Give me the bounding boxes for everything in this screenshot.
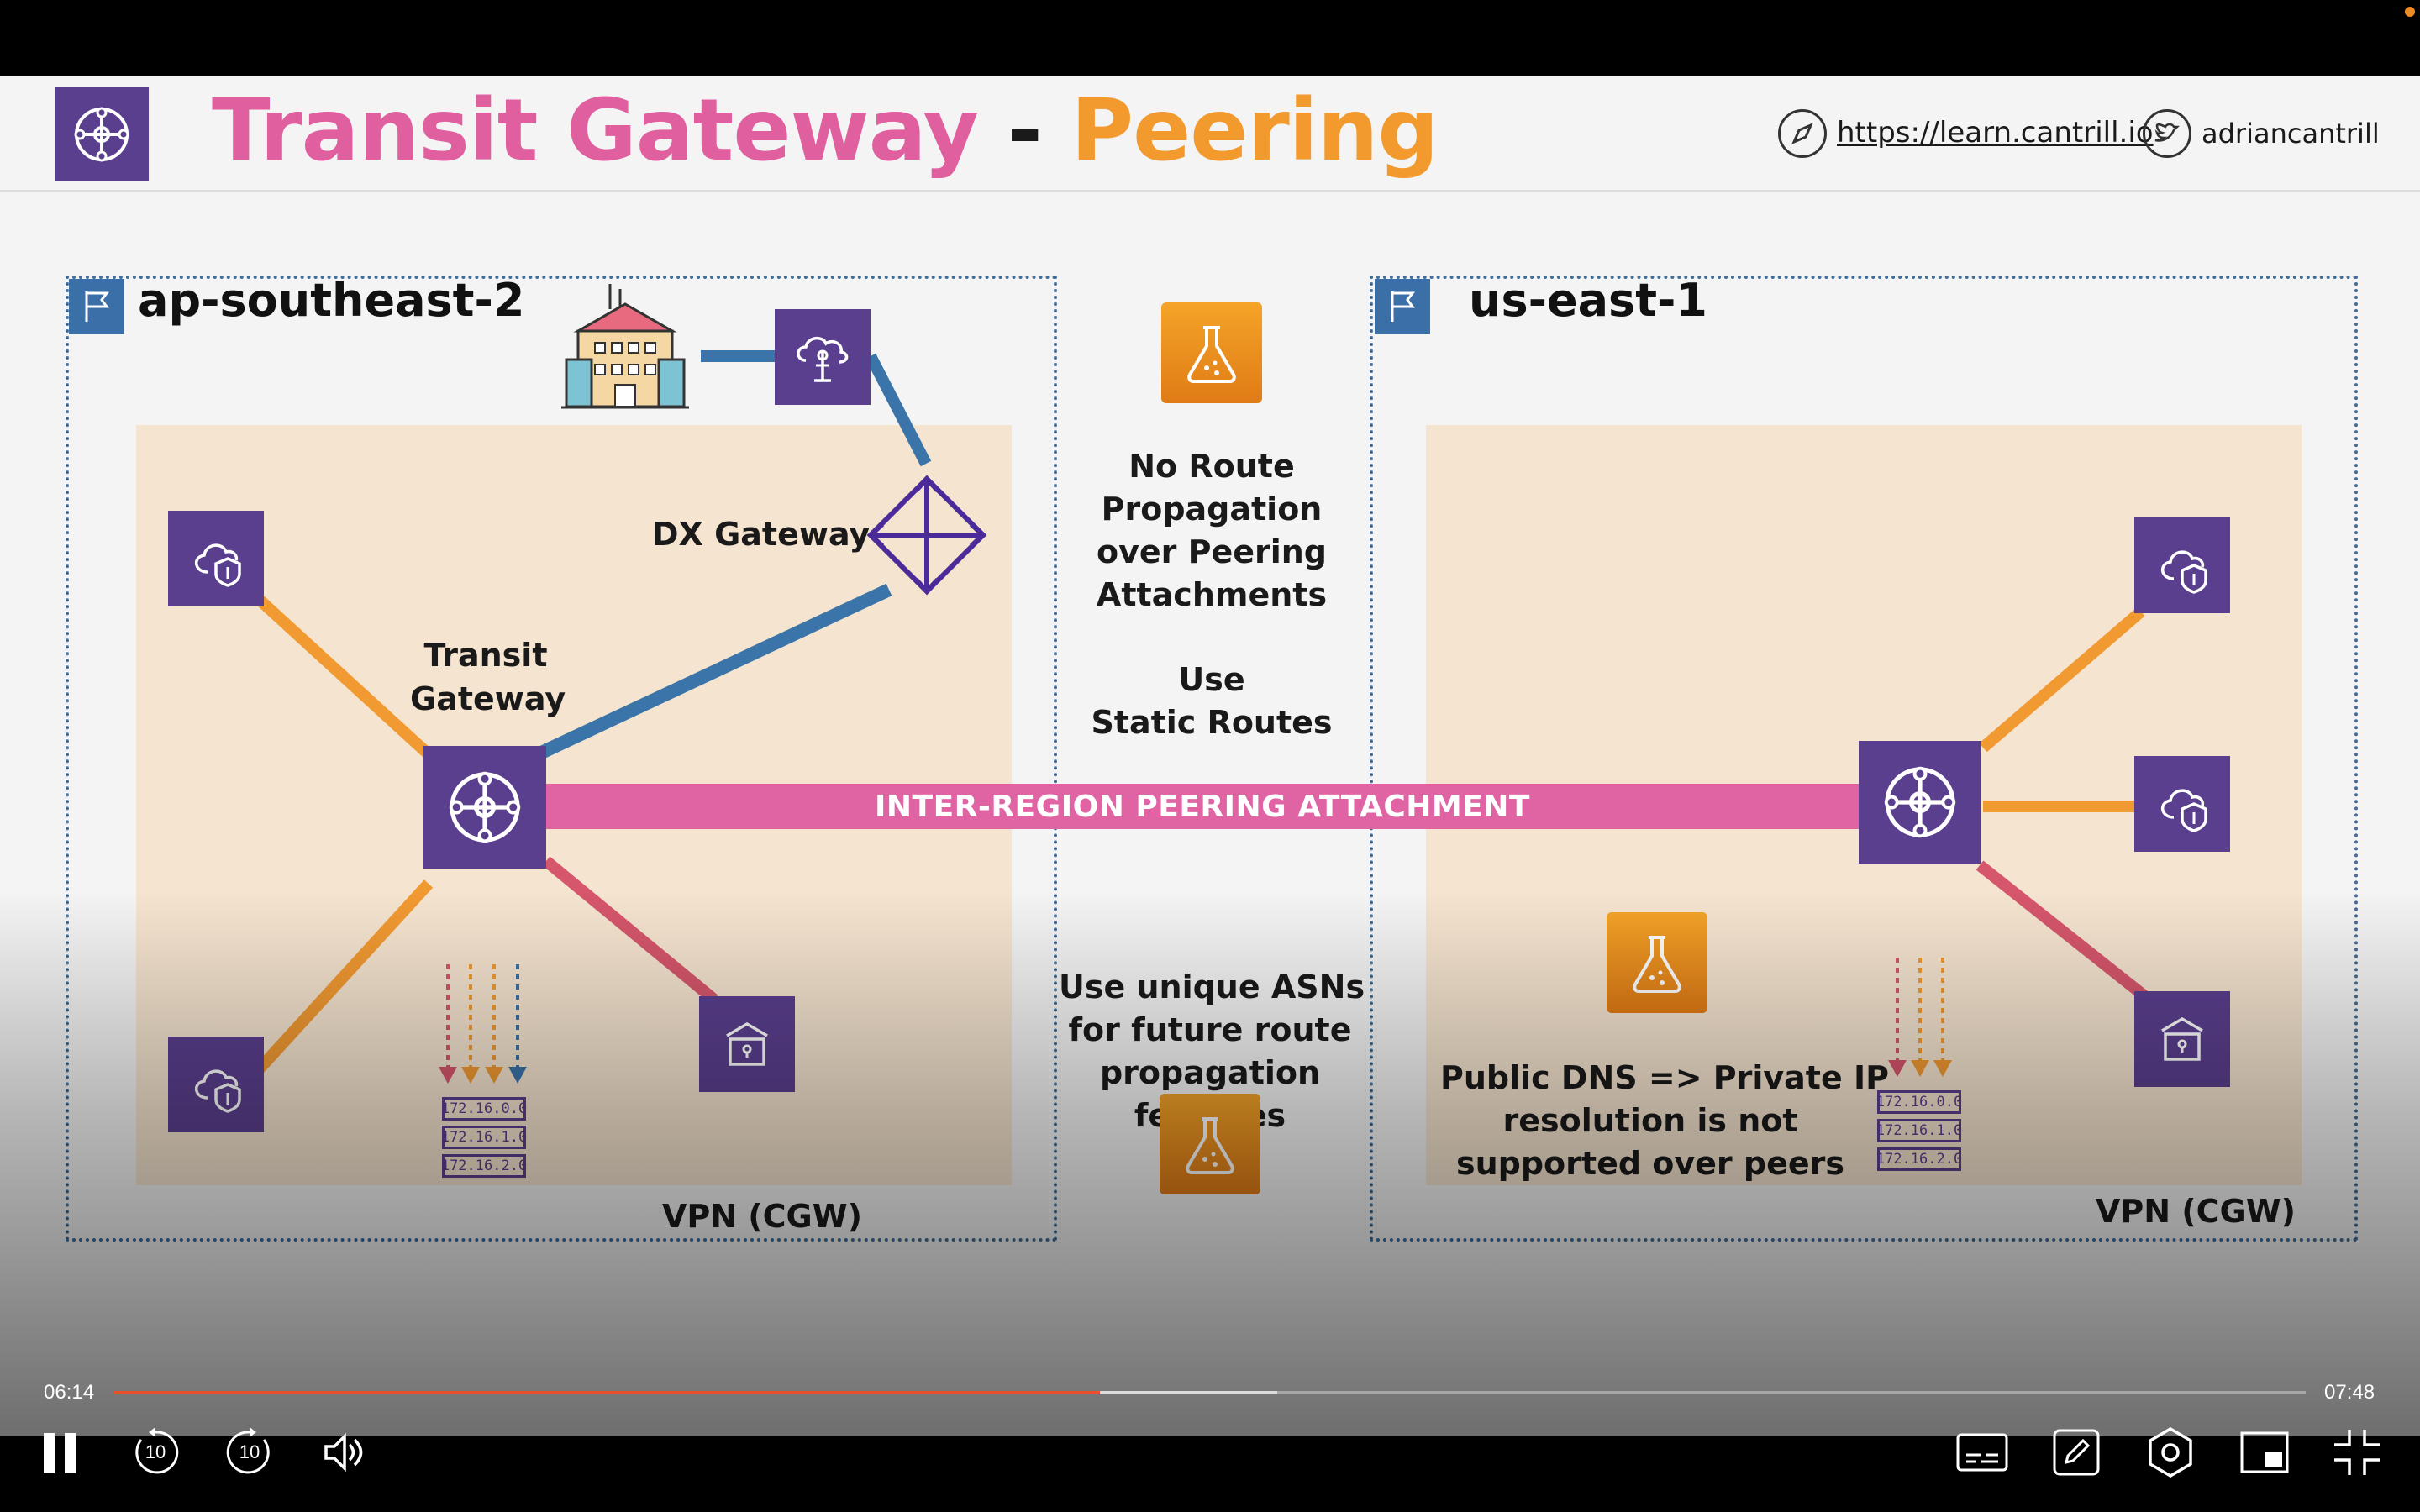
note-line: Static Routes xyxy=(1091,704,1333,741)
note-dns-resolution: Public DNS => Private IP resolution is n… xyxy=(1440,1057,1889,1185)
notes-button[interactable] xyxy=(2052,1428,2101,1477)
exit-fullscreen-icon xyxy=(2334,1430,2380,1475)
transit-gateway-icon xyxy=(424,746,546,869)
pip-icon xyxy=(2240,1431,2289,1473)
settings-icon xyxy=(2149,1426,2192,1478)
route-entry: 172.16.0.0 xyxy=(1876,1090,1962,1114)
top-bar xyxy=(0,0,2420,76)
video-player-controls: 06:14 07:48 10 10 xyxy=(0,1344,2420,1512)
dxgw-to-tgw-line xyxy=(534,583,892,761)
connection-lines xyxy=(247,350,2155,1084)
route-entry: 172.16.1.0 xyxy=(441,1126,527,1149)
progress-bar xyxy=(114,1391,1101,1394)
tgw-to-vpc1-line xyxy=(248,588,433,759)
vpc-icon xyxy=(168,1037,264,1132)
tgw-to-vpc2-line xyxy=(247,879,434,1081)
skip-back-label: 10 xyxy=(145,1441,166,1462)
duration: 07:48 xyxy=(2324,1381,2375,1404)
tgw-to-vpn2-line xyxy=(1975,860,2155,1006)
note-line: Attachments xyxy=(1096,576,1328,613)
transit-gateway-icon xyxy=(1859,741,1981,864)
progress-track[interactable] xyxy=(114,1391,2306,1394)
note-line: Use xyxy=(1178,661,1245,698)
route-entry: 172.16.1.0 xyxy=(1876,1119,1962,1142)
dx-gateway-icon xyxy=(865,474,988,596)
note-line: supported over peers xyxy=(1455,1145,1844,1182)
skip-forward-button[interactable]: 10 xyxy=(224,1426,276,1478)
lab-flask-icon xyxy=(1607,912,1707,1013)
settings-button[interactable] xyxy=(2144,1426,2196,1478)
note-line: for future route xyxy=(1068,1011,1352,1048)
route-entry: 172.16.2.0 xyxy=(1876,1147,1962,1171)
note-line: propagation xyxy=(1099,1054,1321,1091)
captions-icon xyxy=(1956,1433,2008,1472)
vpc-icon xyxy=(168,511,264,606)
vpn-gateway-icon xyxy=(699,996,795,1092)
note-line: Public DNS => Private IP xyxy=(1440,1059,1889,1096)
note-line: Propagation xyxy=(1101,491,1323,528)
skip-forward-label: 10 xyxy=(239,1441,260,1462)
vpc-icon xyxy=(2134,517,2230,613)
vpn-label-left: VPN (CGW) xyxy=(662,1198,863,1235)
picture-in-picture-button[interactable] xyxy=(2240,1428,2289,1477)
note-line: Use unique ASNs xyxy=(1059,969,1365,1005)
recording-indicator xyxy=(2405,7,2415,17)
tgw-label-line1: Transit xyxy=(424,637,548,674)
note-static-routes: Use Static Routes xyxy=(1086,659,1338,744)
tgw-to-vpn-line xyxy=(542,856,718,1005)
current-time: 06:14 xyxy=(44,1381,95,1404)
peering-label: INTER-REGION PEERING ATTACHMENT xyxy=(875,789,1530,824)
exit-fullscreen-button[interactable] xyxy=(2331,1426,2383,1478)
direct-connect-icon xyxy=(775,309,871,405)
vpn-gateway-icon xyxy=(2134,991,2230,1087)
dx-to-dxgw-line xyxy=(865,353,932,467)
note-line: resolution is not xyxy=(1502,1102,1798,1139)
vpn-label-right: VPN (CGW) xyxy=(2096,1193,2296,1230)
note-no-route-propagation: No Route Propagation over Peering Attach… xyxy=(1086,445,1338,617)
speaker-icon xyxy=(324,1432,363,1473)
lab-flask-icon xyxy=(1161,302,1262,403)
peering-attachment: INTER-REGION PEERING ATTACHMENT xyxy=(546,784,1859,829)
pencil-icon xyxy=(2053,1429,2100,1476)
building-icon xyxy=(561,284,689,410)
route-entry: 172.16.2.0 xyxy=(441,1154,527,1178)
note-line: over Peering xyxy=(1096,533,1328,570)
tgw-to-vpc3-line xyxy=(1979,606,2145,753)
skip-back-button[interactable]: 10 xyxy=(129,1426,182,1478)
captions-button[interactable] xyxy=(1956,1430,2008,1475)
note-line: No Route xyxy=(1128,448,1295,485)
dx-gateway-label: DX Gateway xyxy=(652,516,871,553)
route-table-left: 172.16.0.0 172.16.1.0 172.16.2.0 xyxy=(441,1097,527,1178)
slide: Transit Gateway - Peering https://learn.… xyxy=(0,76,2420,1436)
tgw-label: Transit Gateway xyxy=(410,633,566,721)
route-entry: 172.16.0.0 xyxy=(441,1097,527,1121)
volume-button[interactable] xyxy=(319,1428,368,1477)
lab-flask-icon xyxy=(1160,1094,1260,1194)
vpc-icon xyxy=(2134,756,2230,852)
route-table-right: 172.16.0.0 172.16.1.0 172.16.2.0 xyxy=(1876,1090,1962,1171)
pause-button[interactable] xyxy=(39,1428,82,1478)
tgw-label-line2: Gateway xyxy=(410,680,566,717)
